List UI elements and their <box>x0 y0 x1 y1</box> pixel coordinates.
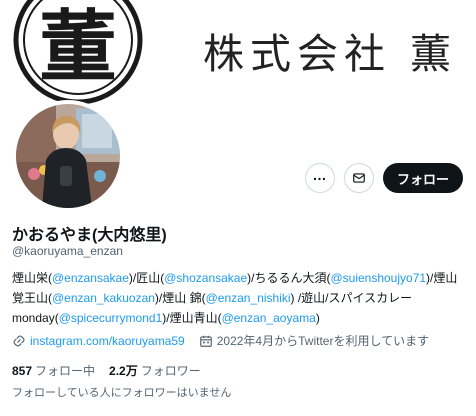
more-button[interactable]: … <box>304 163 335 193</box>
profile-meta: instagram.com/kaoruyama59 2022年4月からTwitt… <box>12 332 443 349</box>
more-dots-icon: … <box>312 167 328 183</box>
following-count: 857 <box>12 364 33 378</box>
user-handle: @kaoruyama_enzan <box>12 244 123 258</box>
bio-text: )/煙山青山( <box>162 311 222 325</box>
following-stat[interactable]: 857 フォロー中 <box>12 362 95 379</box>
bio-mention-link[interactable]: @enzan_nishiki <box>206 291 291 305</box>
joined-item: 2022年4月からTwitterを利用しています <box>199 332 429 349</box>
following-label: フォロー中 <box>35 364 96 378</box>
message-button[interactable] <box>343 163 374 193</box>
followers-count: 2.2万 <box>109 364 138 378</box>
profile-actions: … フォロー <box>304 163 463 193</box>
profile-bio: 煙山栄(@enzansakae)/匠山(@shozansakae)/ちるるん大須… <box>12 268 466 328</box>
followers-stat[interactable]: 2.2万 フォロワー <box>109 362 201 379</box>
bio-text: 煙山栄( <box>12 271 52 285</box>
display-name: かおるやま(大内悠里) <box>12 227 167 244</box>
bio-mention-link[interactable]: @shozansakae <box>164 271 247 285</box>
avatar[interactable] <box>12 100 124 212</box>
avatar-photo <box>16 104 120 208</box>
joined-date: 2022年4月からTwitterを利用しています <box>216 334 430 348</box>
bio-mention-link[interactable]: @enzan_aoyama <box>222 311 316 325</box>
bio-mention-link[interactable]: @spicecurrymond1 <box>59 311 163 325</box>
followed-by-note: フォローしている人にフォロワーはいません <box>12 387 232 399</box>
bio-mention-link[interactable]: @enzan_kakuozan <box>52 291 155 305</box>
follow-stats: 857 フォロー中 2.2万 フォロワー <box>12 362 215 379</box>
svg-text:董: 董 <box>39 2 117 93</box>
envelope-icon <box>353 173 365 183</box>
calendar-icon <box>199 335 212 347</box>
bio-mention-link[interactable]: @enzansakae <box>52 271 129 285</box>
follow-button[interactable]: フォロー <box>382 163 463 193</box>
bio-mention-link[interactable]: @suienshoujyo71 <box>330 271 426 285</box>
bio-text: )/煙山 錦( <box>154 291 206 305</box>
bio-text: ) <box>315 311 320 325</box>
website-item: instagram.com/kaoruyama59 <box>12 334 185 348</box>
bio-text: )/匠山( <box>128 271 165 285</box>
followers-label: フォロワー <box>140 364 201 378</box>
link-icon <box>13 334 25 347</box>
company-logo: 董 <box>12 0 144 111</box>
website-link[interactable]: instagram.com/kaoruyama59 <box>30 334 185 348</box>
bio-text: )/ちるるん大須( <box>247 271 331 285</box>
banner-company-name: 株式会社 薫 <box>203 30 458 78</box>
